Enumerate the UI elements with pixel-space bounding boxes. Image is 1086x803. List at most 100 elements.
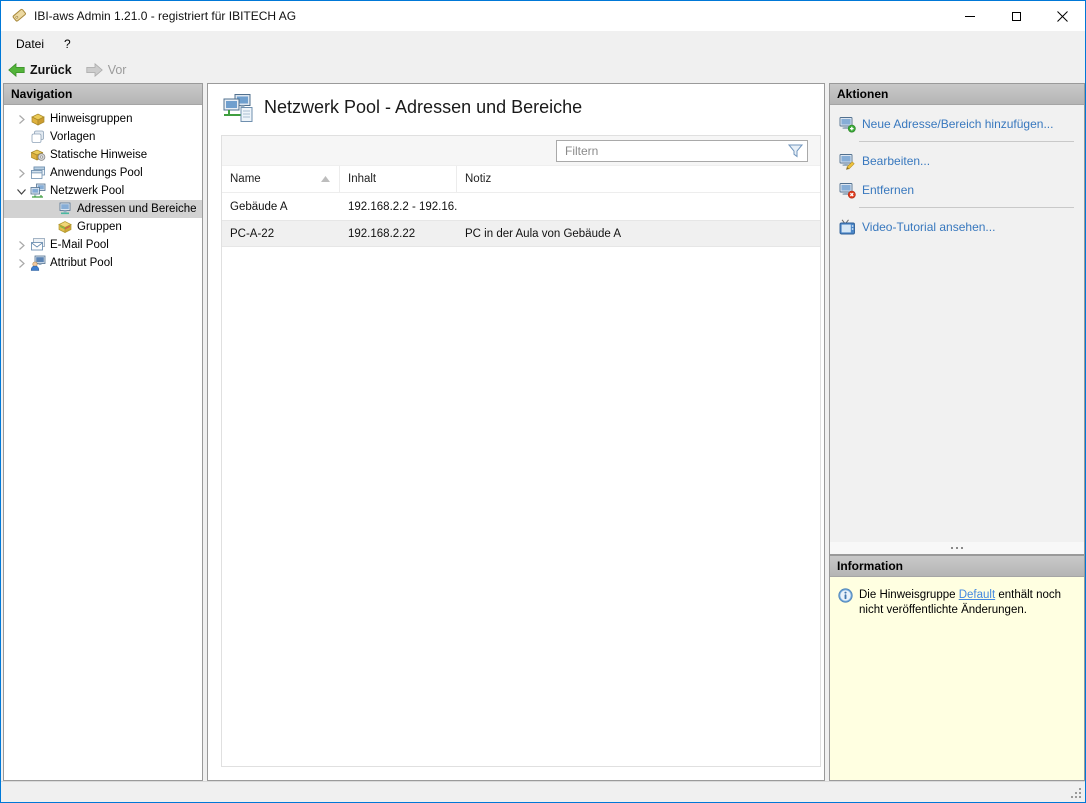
add-address-icon [839,116,856,133]
column-header-name[interactable]: Name [222,166,340,192]
app-window: IBI-aws Admin 1.21.0 - registriert für I… [0,0,1086,803]
table-cell-inhalt: 192.168.2.22 [340,228,457,240]
sidebar-item-label: Vorlagen [50,131,95,143]
table-cell-inhalt: 192.168.2.2 - 192.16... [340,201,457,213]
table-cell-name: Gebäude A [222,201,340,213]
maximize-icon [1012,12,1021,21]
panel-splitter[interactable] [830,542,1084,554]
back-icon [8,63,25,77]
sort-asc-icon [321,176,330,182]
column-header-inhalt[interactable]: Inhalt [340,166,457,192]
column-label: Name [230,173,261,185]
sidebar-item-anwendungs-pool[interactable]: Anwendungs Pool [4,164,202,182]
column-header-notiz[interactable]: Notiz [457,166,820,192]
chevron-down-icon[interactable] [12,187,30,196]
information-body: Die Hinweisgruppe Default enthält noch n… [830,577,1084,618]
sidebar-item-label: Adressen und Bereiche [77,203,197,215]
action-label: Video-Tutorial ansehen... [862,220,995,234]
static-notices-icon [30,147,50,163]
sidebar-item-vorlagen[interactable]: Vorlagen [4,128,202,146]
close-button[interactable] [1039,1,1085,31]
column-label: Notiz [465,173,491,185]
sidebar-item-netzwerk-pool[interactable]: Netzwerk Pool [4,182,202,200]
title-bar: IBI-aws Admin 1.21.0 - registriert für I… [1,1,1085,31]
filter-row [222,136,820,166]
action-label: Entfernen [862,183,914,197]
chevron-right-icon[interactable] [12,241,30,250]
page-title: Netzwerk Pool - Adressen und Bereiche [264,97,582,118]
action-remove[interactable]: Entfernen [839,180,1076,200]
sidebar-item-label: Anwendungs Pool [50,167,143,179]
maximize-button[interactable] [993,1,1039,31]
addresses-ranges-icon [57,201,77,217]
info-text-before: Die Hinweisgruppe [859,589,959,601]
splitter-dots-icon [956,547,958,549]
attribute-pool-icon [30,255,50,271]
action-add-address[interactable]: Neue Adresse/Bereich hinzufügen... [839,114,1076,134]
information-panel: Information Die Hinweisgruppe Default en… [829,555,1085,781]
resize-grip-icon[interactable] [1070,787,1082,799]
table-row[interactable]: PC-A-22 192.168.2.22 PC in der Aula von … [222,220,820,247]
filter-input[interactable] [557,143,783,159]
back-button[interactable]: Zurück [1,59,79,81]
navigation-panel: Navigation Hinweisgruppen [3,83,203,781]
window-title: IBI-aws Admin 1.21.0 - registriert für I… [34,9,296,23]
window-controls [947,1,1085,31]
sidebar-item-label: Statische Hinweise [50,149,147,161]
groups-icon [57,219,77,235]
action-label: Neue Adresse/Bereich hinzufügen... [862,117,1053,131]
forward-icon [86,63,103,77]
filter-icon[interactable] [783,144,807,158]
sidebar-item-hinweisgruppen[interactable]: Hinweisgruppen [4,110,202,128]
sidebar-item-label: Attribut Pool [50,257,113,269]
menu-bar: Datei ? [1,31,1085,57]
splitter-dots-icon [951,547,953,549]
templates-icon [30,129,50,145]
action-edit[interactable]: Bearbeiten... [839,151,1076,171]
sidebar-item-label: Gruppen [77,221,122,233]
remove-icon [839,182,856,199]
action-video-tutorial[interactable]: Video-Tutorial ansehen... [839,217,1076,237]
navigation-header: Navigation [4,84,202,105]
email-pool-icon [30,237,50,253]
menu-item-datei[interactable]: Datei [6,31,54,57]
filter-field [556,140,808,162]
status-bar [1,781,1085,802]
close-icon [1057,11,1068,22]
video-tutorial-icon [839,219,856,236]
forward-button[interactable]: Vor [79,59,134,81]
column-label: Inhalt [348,173,376,185]
menu-item-help[interactable]: ? [54,31,81,57]
chevron-right-icon[interactable] [12,169,30,178]
app-icon [10,8,26,24]
sidebar-item-label: Netzwerk Pool [50,185,124,197]
chevron-right-icon[interactable] [12,259,30,268]
divider [859,141,1074,142]
table-cell-name: PC-A-22 [222,228,340,240]
back-label: Zurück [30,63,72,77]
action-label: Bearbeiten... [862,154,930,168]
network-pool-icon [30,183,50,199]
sidebar-item-adressen-und-bereiche[interactable]: Adressen und Bereiche [4,200,202,218]
address-list-region: Name Inhalt Notiz Gebäude A 192.168.2.2 … [221,135,821,767]
minimize-button[interactable] [947,1,993,31]
sidebar-item-statische-hinweise[interactable]: Statische Hinweise [4,146,202,164]
forward-label: Vor [108,63,127,77]
chevron-right-icon[interactable] [12,115,30,124]
network-pool-page-icon [222,93,256,130]
notice-groups-icon [30,111,50,127]
splitter-dots-icon [961,547,963,549]
actions-header: Aktionen [830,84,1084,105]
sidebar-item-gruppen[interactable]: Gruppen [4,218,202,236]
minimize-icon [965,16,975,17]
navigation-toolbar: Zurück Vor [1,57,1085,82]
info-icon [838,588,853,603]
edit-icon [839,153,856,170]
sidebar-item-email-pool[interactable]: E-Mail Pool [4,236,202,254]
information-header: Information [830,556,1084,577]
default-link[interactable]: Default [959,589,995,601]
main-panel: Netzwerk Pool - Adressen und Bereiche Na… [207,83,825,781]
table-cell-notiz: PC in der Aula von Gebäude A [457,228,820,240]
table-row[interactable]: Gebäude A 192.168.2.2 - 192.16... [222,193,820,220]
sidebar-item-attribut-pool[interactable]: Attribut Pool [4,254,202,272]
